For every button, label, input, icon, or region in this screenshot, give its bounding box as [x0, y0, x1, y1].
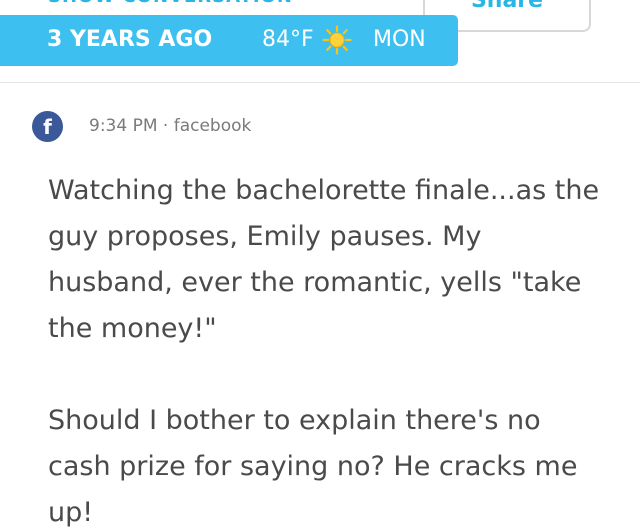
date-banner: 3 YEARS AGO 84°F MON [0, 15, 458, 66]
divider [0, 82, 640, 83]
post-paragraph: Watching the bachelorette finale...as th… [48, 175, 600, 344]
post-paragraph: Should I bother to explain there's no ca… [48, 405, 578, 528]
meta-separator: · [162, 116, 169, 136]
weekday-label: MON [373, 27, 426, 52]
temperature-label: 84°F [262, 27, 314, 52]
share-button-label: Share [470, 0, 544, 13]
show-conversation-link[interactable]: SHOW CONVERSATION [48, 0, 293, 8]
sun-icon [322, 25, 352, 55]
post-body: Watching the bachelorette finale...as th… [48, 168, 608, 531]
top-area: SHOW CONVERSATION Share 3 YEARS AGO 84°F [0, 0, 640, 82]
years-ago-label: 3 YEARS AGO [47, 27, 213, 52]
post-meta: 9:34 PM · facebook [89, 115, 251, 137]
memory-screen: SHOW CONVERSATION Share 3 YEARS AGO 84°F [0, 0, 640, 531]
facebook-icon: f [32, 111, 63, 142]
post-time: 9:34 PM [89, 116, 158, 136]
post-source: facebook [173, 116, 252, 136]
